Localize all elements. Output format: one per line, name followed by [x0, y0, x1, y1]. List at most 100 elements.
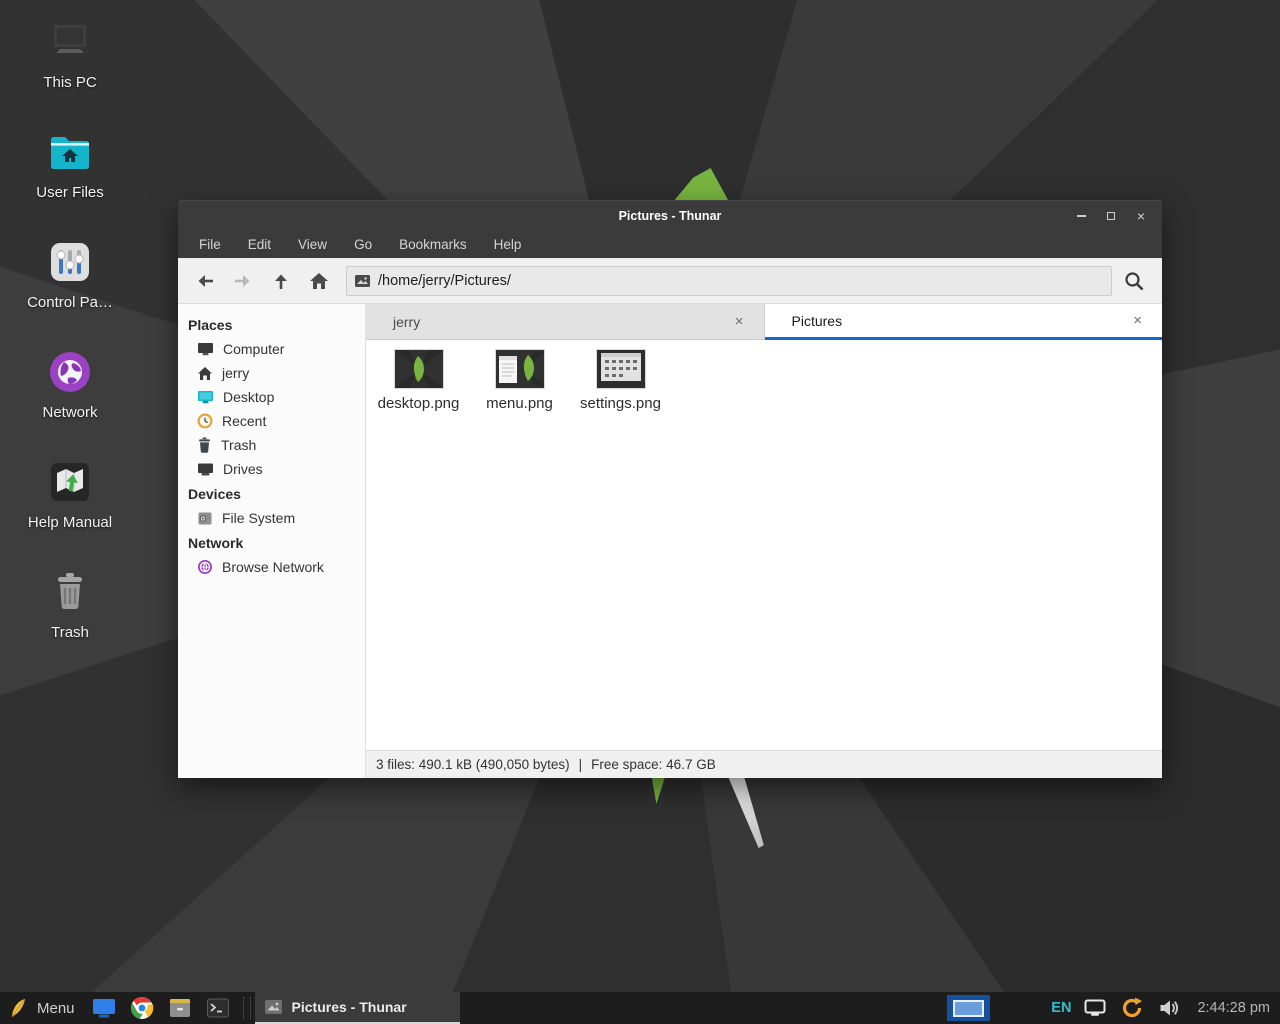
path-bar[interactable]: /home/jerry/Pictures/	[346, 266, 1112, 296]
desktop-icon-this-pc[interactable]: This PC	[8, 18, 132, 128]
speaker-icon	[1158, 998, 1180, 1018]
menu-go[interactable]: Go	[354, 237, 372, 252]
desktop-icon-label: Control Pa…	[27, 294, 113, 311]
display-tray-icon	[1084, 999, 1106, 1017]
desktop-icon-control-panel[interactable]: Control Pa…	[8, 238, 132, 348]
computer-icon	[197, 342, 214, 357]
menu-help[interactable]: Help	[494, 237, 522, 252]
window-title: Pictures - Thunar	[178, 209, 1162, 223]
desktop-icon	[197, 390, 214, 405]
terminal-icon	[206, 997, 230, 1019]
sidebar-item-browse-network[interactable]: Browse Network	[178, 555, 365, 579]
sidebar-item-computer[interactable]: Computer	[178, 337, 365, 361]
file-list[interactable]: desktop.png menu.png settings.png	[366, 340, 1162, 750]
menu-file[interactable]: File	[199, 237, 221, 252]
menubar: File Edit View Go Bookmarks Help	[178, 230, 1162, 258]
keyboard-language-indicator[interactable]: EN	[1051, 1000, 1071, 1016]
titlebar[interactable]: Pictures - Thunar ×	[178, 200, 1162, 230]
minimize-button[interactable]	[1070, 205, 1092, 227]
status-free-space: Free space: 46.7 GB	[591, 757, 716, 772]
trash-icon	[197, 437, 212, 453]
menu-button-label: Menu	[37, 1000, 75, 1017]
terminal-launcher[interactable]	[205, 995, 231, 1021]
sidebar-item-jerry[interactable]: jerry	[178, 361, 365, 385]
forward-arrow-icon	[232, 270, 254, 292]
window-controls: ×	[1070, 205, 1162, 227]
active-workspace	[953, 1000, 984, 1017]
maximize-icon	[1107, 212, 1115, 220]
maximize-button[interactable]	[1100, 205, 1122, 227]
desktop-icon-user-files[interactable]: User Files	[8, 128, 132, 238]
desktop-icon-label: This PC	[43, 74, 96, 91]
sidebar-item-desktop[interactable]: Desktop	[178, 385, 365, 409]
taskbar-clock[interactable]: 2:44:28 pm	[1197, 1000, 1270, 1016]
tab-jerry[interactable]: jerry ×	[366, 304, 765, 340]
sidebar-item-recent[interactable]: Recent	[178, 409, 365, 433]
image-file-icon	[355, 275, 370, 287]
display-tray-item[interactable]	[1082, 995, 1108, 1021]
search-icon	[1123, 270, 1145, 292]
sidebar-item-drives[interactable]: Drives	[178, 457, 365, 481]
chrome-launcher[interactable]	[129, 995, 155, 1021]
menu-view[interactable]: View	[298, 237, 327, 252]
image-thumbnail	[496, 350, 544, 388]
image-thumbnail	[597, 350, 645, 388]
menu-bookmarks[interactable]: Bookmarks	[399, 237, 467, 252]
tab-pictures[interactable]: Pictures ×	[765, 304, 1163, 340]
back-button[interactable]	[188, 265, 222, 297]
sidebar-item-label: Desktop	[223, 389, 274, 405]
trash-icon	[46, 568, 94, 616]
blue-desktop-icon	[92, 997, 116, 1019]
panel-separator-handle[interactable]	[243, 997, 251, 1019]
task-label: Pictures - Thunar	[292, 999, 407, 1015]
sidebar-item-label: Browse Network	[222, 559, 324, 575]
browser-pane: jerry × Pictures × desktop.png	[366, 304, 1162, 778]
desktop-icon-label: Help Manual	[28, 514, 112, 531]
file-system-drive-icon	[197, 511, 213, 526]
help-manual-icon	[46, 458, 94, 506]
tab-close-icon[interactable]: ×	[1129, 311, 1146, 330]
network-globe-icon	[46, 348, 94, 396]
sidebar-item-trash[interactable]: Trash	[178, 433, 365, 457]
sidebar-header-network: Network	[178, 530, 365, 555]
home-button[interactable]	[302, 265, 336, 297]
close-button[interactable]: ×	[1130, 205, 1152, 227]
up-button[interactable]	[264, 265, 298, 297]
status-files-text: 3 files: 490.1 kB (490,050 bytes)	[376, 757, 570, 772]
taskbar: Menu Pictures - Thunar EN 2:44:28 pm	[0, 992, 1280, 1024]
chrome-icon	[130, 996, 154, 1020]
sidebar-item-label: Drives	[223, 461, 263, 477]
desktop-icon-help-manual[interactable]: Help Manual	[8, 458, 132, 568]
app-menu-button[interactable]: Menu	[0, 992, 85, 1024]
home-icon	[308, 270, 330, 292]
volume-tray-item[interactable]	[1156, 995, 1182, 1021]
search-button[interactable]	[1116, 265, 1152, 297]
places-sidebar: Places Computer jerry Desktop Recent Tra…	[178, 304, 366, 778]
sidebar-item-label: Recent	[222, 413, 266, 429]
user-files-folder-icon	[46, 128, 94, 176]
path-text: /home/jerry/Pictures/	[378, 273, 511, 289]
update-manager-tray-item[interactable]	[1119, 995, 1145, 1021]
task-image-icon	[265, 1000, 282, 1014]
show-desktop-launcher[interactable]	[91, 995, 117, 1021]
sidebar-item-label: Trash	[221, 437, 256, 453]
file-archive-launcher[interactable]	[167, 995, 193, 1021]
file-desktop-png[interactable]: desktop.png	[368, 350, 469, 412]
desktop-icon-trash[interactable]: Trash	[8, 568, 132, 678]
file-settings-png[interactable]: settings.png	[570, 350, 671, 412]
system-tray: EN 2:44:28 pm	[947, 995, 1280, 1021]
workspace-pager[interactable]	[947, 995, 990, 1021]
menu-edit[interactable]: Edit	[248, 237, 271, 252]
desktop-icon-network[interactable]: Network	[8, 348, 132, 458]
update-refresh-icon	[1120, 996, 1144, 1020]
status-separator: |	[579, 757, 583, 772]
forward-button[interactable]	[226, 265, 260, 297]
sidebar-header-devices: Devices	[178, 481, 365, 506]
close-icon: ×	[1137, 209, 1145, 223]
taskbar-task-thunar[interactable]: Pictures - Thunar	[255, 992, 460, 1024]
tab-close-icon[interactable]: ×	[731, 312, 748, 331]
sidebar-item-file-system[interactable]: File System	[178, 506, 365, 530]
file-menu-png[interactable]: menu.png	[469, 350, 570, 412]
toolbar: /home/jerry/Pictures/	[178, 258, 1162, 304]
control-panel-icon	[46, 238, 94, 286]
